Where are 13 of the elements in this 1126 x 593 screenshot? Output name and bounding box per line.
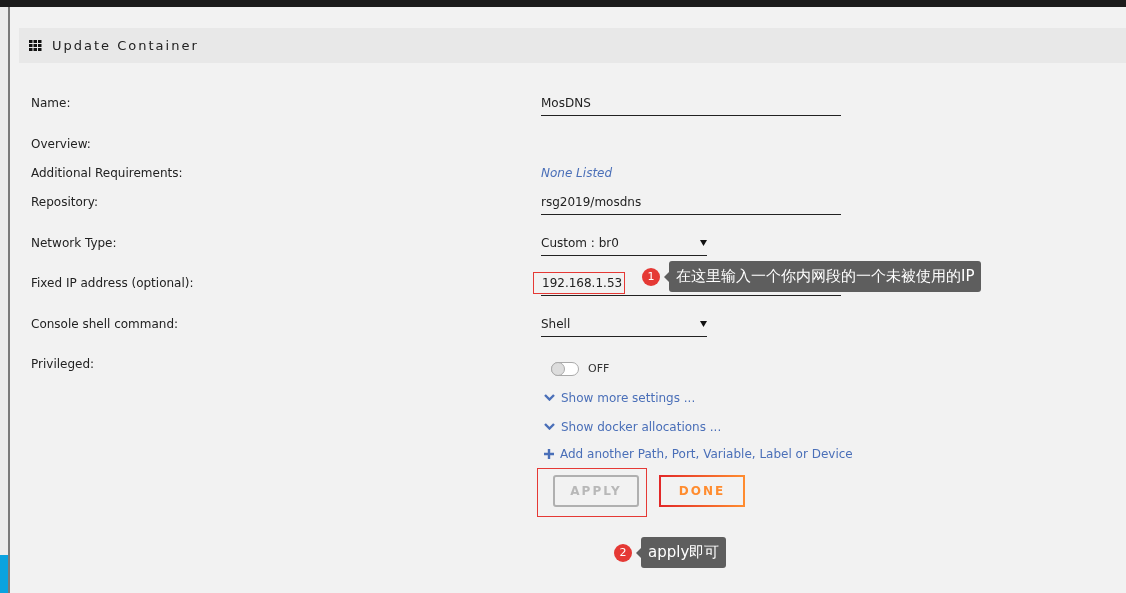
- field-label: Overview:: [31, 137, 92, 153]
- field-label: Name:: [31, 96, 72, 112]
- field-label: Privileged:: [31, 357, 96, 373]
- field-label: Additional Requirements:: [31, 166, 184, 182]
- panel-title: Update Container: [52, 38, 199, 53]
- field-label: Repository:: [31, 195, 99, 211]
- step-number-badge: 2: [614, 543, 632, 562]
- field-label: Console shell command:: [31, 317, 180, 333]
- field-label: Fixed IP address (optional):: [31, 276, 195, 292]
- step-number-badge: 1: [642, 267, 660, 286]
- toggle-state-label: OFF: [588, 362, 610, 375]
- requirements-note: None Listed: [541, 166, 613, 182]
- field-label: Network Type:: [31, 236, 118, 252]
